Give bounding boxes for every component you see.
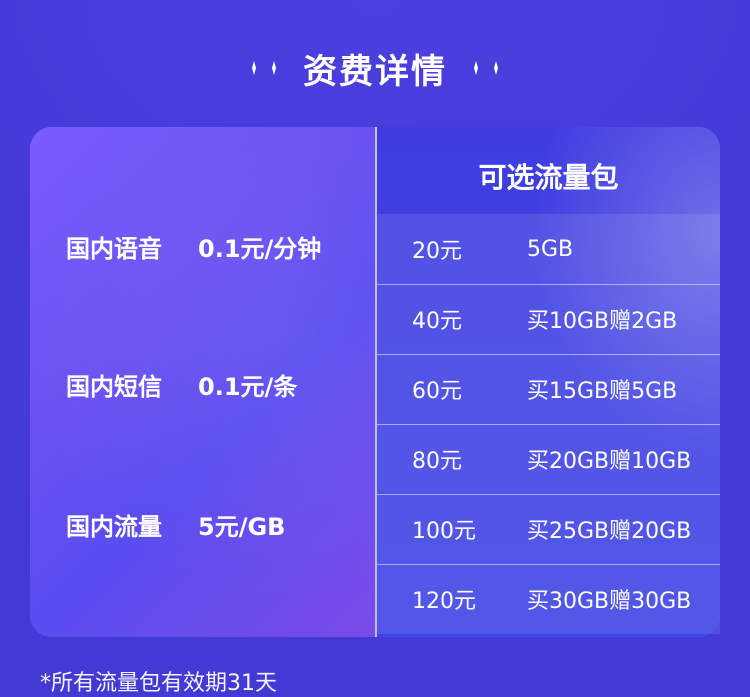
page-header: 资费详情 xyxy=(0,38,750,98)
rate-row: 国内流量 5元/GB xyxy=(66,507,285,542)
footnote: *所有流量包有效期31天 xyxy=(40,671,277,696)
package-amount: 买30GB赠30GB xyxy=(527,589,692,614)
package-row[interactable]: 100元 买25GB赠20GB xyxy=(377,494,720,565)
page-title: 资费详情 xyxy=(303,51,447,92)
package-amount: 5GB xyxy=(527,236,574,262)
package-row[interactable]: 40元 买10GB赠2GB xyxy=(377,284,720,355)
package-amount: 买25GB赠20GB xyxy=(527,519,692,544)
package-row[interactable]: 120元 买30GB赠30GB xyxy=(377,564,720,634)
rate-price: 0.1元/条 xyxy=(198,373,298,401)
rate-row: 国内短信 0.1元/条 xyxy=(66,367,297,402)
package-price: 40元 xyxy=(412,309,462,334)
sparkle-icon xyxy=(491,61,501,75)
rate-price: 5元/GB xyxy=(198,513,286,541)
package-amount: 买20GB赠10GB xyxy=(527,449,692,474)
package-row[interactable]: 60元 买15GB赠5GB xyxy=(377,354,720,425)
rate-name: 国内流量 xyxy=(66,513,162,541)
package-row[interactable]: 20元 5GB xyxy=(377,214,720,285)
package-price: 120元 xyxy=(412,589,476,614)
package-row[interactable]: 80元 买20GB赠10GB xyxy=(377,424,720,495)
rate-name: 国内短信 xyxy=(66,373,162,401)
sparkle-icon xyxy=(471,61,481,75)
rate-row: 国内语音 0.1元/分钟 xyxy=(66,229,321,264)
pricing-page: 资费详情 国内语音 0.1元/分钟 国内短信 0.1元/条 国内流量 5元/GB… xyxy=(0,0,750,697)
rate-price: 0.1元/分钟 xyxy=(198,235,322,263)
package-price: 100元 xyxy=(412,519,476,544)
packages-title: 可选流量包 xyxy=(478,161,619,194)
package-amount: 买10GB赠2GB xyxy=(527,309,678,334)
right-sparkles xyxy=(471,61,501,75)
package-price: 20元 xyxy=(412,239,462,264)
package-amount: 买15GB赠5GB xyxy=(527,379,678,404)
rate-name: 国内语音 xyxy=(66,235,162,263)
package-price: 60元 xyxy=(412,379,462,404)
sparkle-icon xyxy=(249,61,259,75)
sparkle-icon xyxy=(269,61,279,75)
left-sparkles xyxy=(249,61,279,75)
package-price: 80元 xyxy=(412,449,462,474)
